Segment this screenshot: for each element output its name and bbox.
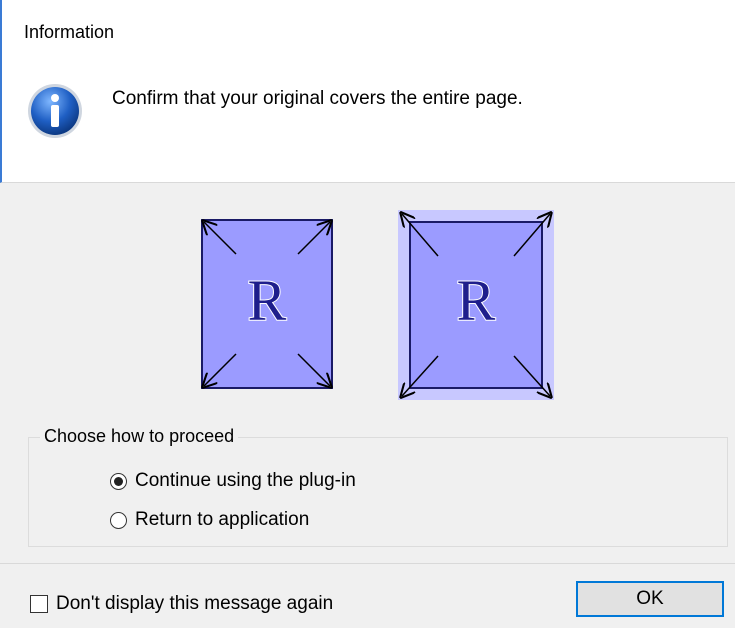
information-dialog: Information Confirm that your original c…	[0, 0, 735, 628]
checkbox[interactable]	[30, 595, 48, 613]
info-icon	[28, 84, 82, 138]
radio-continue-plugin[interactable]: Continue using the plug-in	[110, 470, 356, 492]
radio-label: Continue using the plug-in	[135, 470, 356, 491]
footer-divider	[0, 563, 735, 564]
message-text: Confirm that your original covers the en…	[112, 88, 523, 109]
checkbox-label: Don't display this message again	[56, 593, 334, 614]
page-covered-illustration: R	[398, 210, 554, 400]
radio-return-application[interactable]: Return to application	[110, 509, 309, 531]
page-fits-illustration: R	[198, 210, 336, 392]
ok-button[interactable]: OK	[576, 581, 724, 617]
dialog-title: Information	[24, 22, 115, 42]
page-letter: R	[248, 268, 287, 333]
page-letter: R	[457, 268, 496, 333]
radio-button[interactable]	[110, 511, 127, 529]
dialog-header-area: Information Confirm that your original c…	[0, 0, 735, 183]
dont-display-again-checkbox[interactable]: Don't display this message again	[30, 593, 333, 615]
group-label: Choose how to proceed	[40, 426, 239, 447]
radio-button[interactable]	[110, 472, 127, 490]
radio-selected-dot	[114, 476, 123, 486]
radio-label: Return to application	[135, 509, 310, 530]
